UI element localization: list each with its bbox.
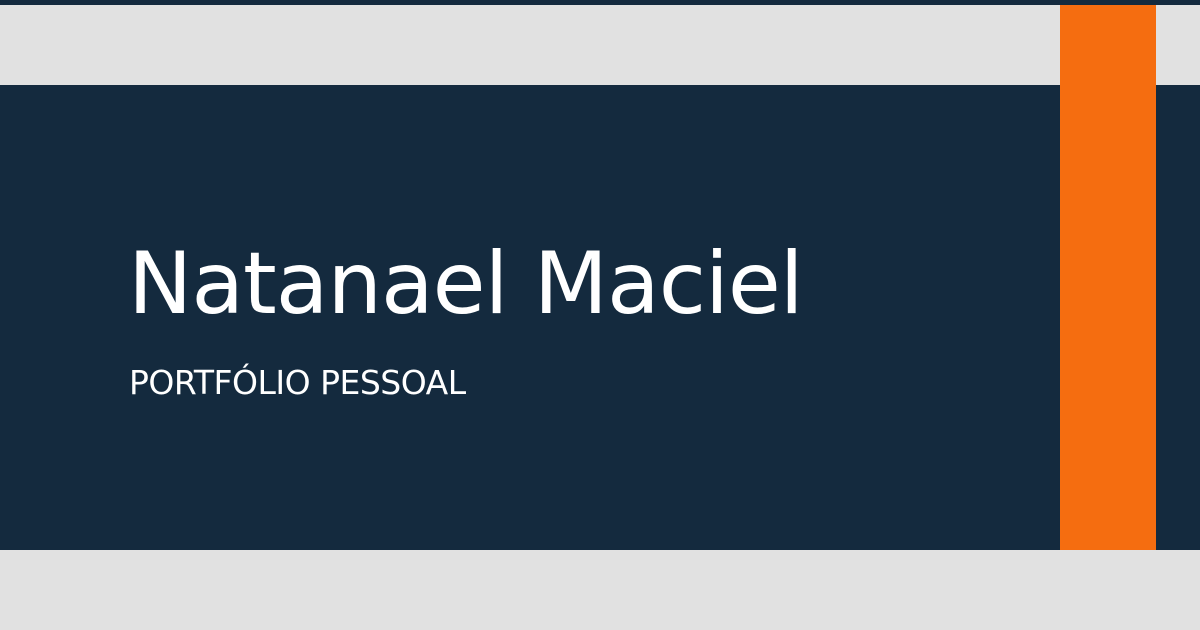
portfolio-owner-name: Natanael Maciel: [128, 234, 804, 334]
portfolio-subtitle: PORTFÓLIO PESSOAL: [129, 363, 466, 402]
orange-accent-bar: [1060, 5, 1156, 550]
top-navy-strip: [0, 0, 1200, 5]
